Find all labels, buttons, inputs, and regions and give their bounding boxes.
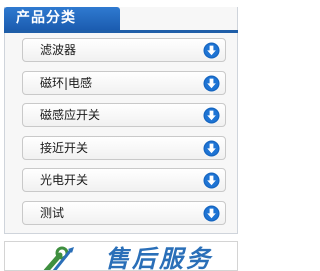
category-item-label: 测试 [40,205,65,220]
circle-arrow-down-icon[interactable] [203,42,220,59]
category-item-magnetic-switch[interactable]: 磁感应开关 [22,103,226,127]
category-item-label: 磁感应开关 [40,108,101,122]
circle-arrow-down-icon[interactable] [203,172,220,189]
category-item-test[interactable]: 测试 [22,200,226,225]
category-item-label: 接近开关 [40,140,89,155]
circle-arrow-down-icon[interactable] [203,75,220,92]
wrench-screwdriver-icon [43,246,74,270]
category-item-label: 磁环|电感 [40,75,93,90]
category-item-label: 滤波器 [40,43,77,57]
category-menu: 滤波器 磁环|电感 磁感应开关 接近开关 光电开关 测试 [22,38,226,233]
category-item-magnetic-ring-inductor[interactable]: 磁环|电感 [22,70,226,95]
circle-arrow-down-icon[interactable] [203,205,220,222]
category-item-photoelectric-switch[interactable]: 光电开关 [22,168,226,192]
circle-arrow-down-icon[interactable] [203,107,220,124]
panel-title: 产品分类 [16,10,76,26]
category-item-proximity-switch[interactable]: 接近开关 [22,135,226,160]
service-title: 售后服务 [105,245,213,271]
circle-arrow-down-icon[interactable] [203,140,220,157]
category-item-filter[interactable]: 滤波器 [22,38,226,62]
category-item-label: 光电开关 [40,173,89,187]
panel-header: 产品分类 [4,7,238,33]
after-sales-service-banner[interactable]: 售后服务 [4,241,238,271]
